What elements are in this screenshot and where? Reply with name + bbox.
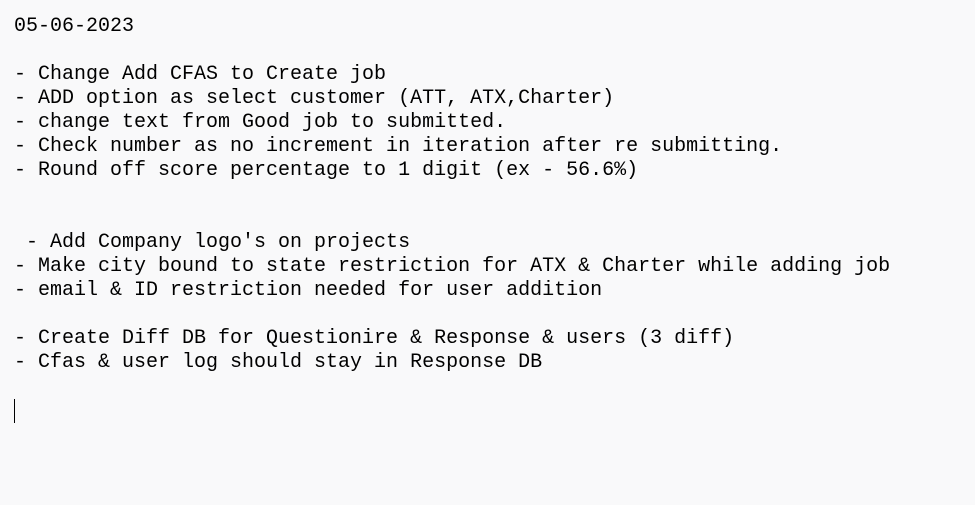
date-line: 05-06-2023 [14,15,135,38]
note-line: - ADD option as select customer (ATT, AT… [14,87,615,110]
note-line: - Round off score percentage to 1 digit … [14,159,639,182]
note-line: - Cfas & user log should stay in Respons… [14,351,543,374]
text-cursor [14,399,15,423]
note-line: - Create Diff DB for Questionire & Respo… [14,327,735,350]
cursor-line[interactable] [14,399,975,423]
note-line: - change text from Good job to submitted… [14,111,507,134]
note-line: - Change Add CFAS to Create job [14,63,387,86]
note-line: - Make city bound to state restriction f… [14,255,891,278]
text-editor-area[interactable]: 05-06-2023 - Change Add CFAS to Create j… [0,0,975,505]
note-line: - Add Company logo's on projects [14,231,411,254]
note-line: - email & ID restriction needed for user… [14,279,603,302]
note-line: - Check number as no increment in iterat… [14,135,783,158]
